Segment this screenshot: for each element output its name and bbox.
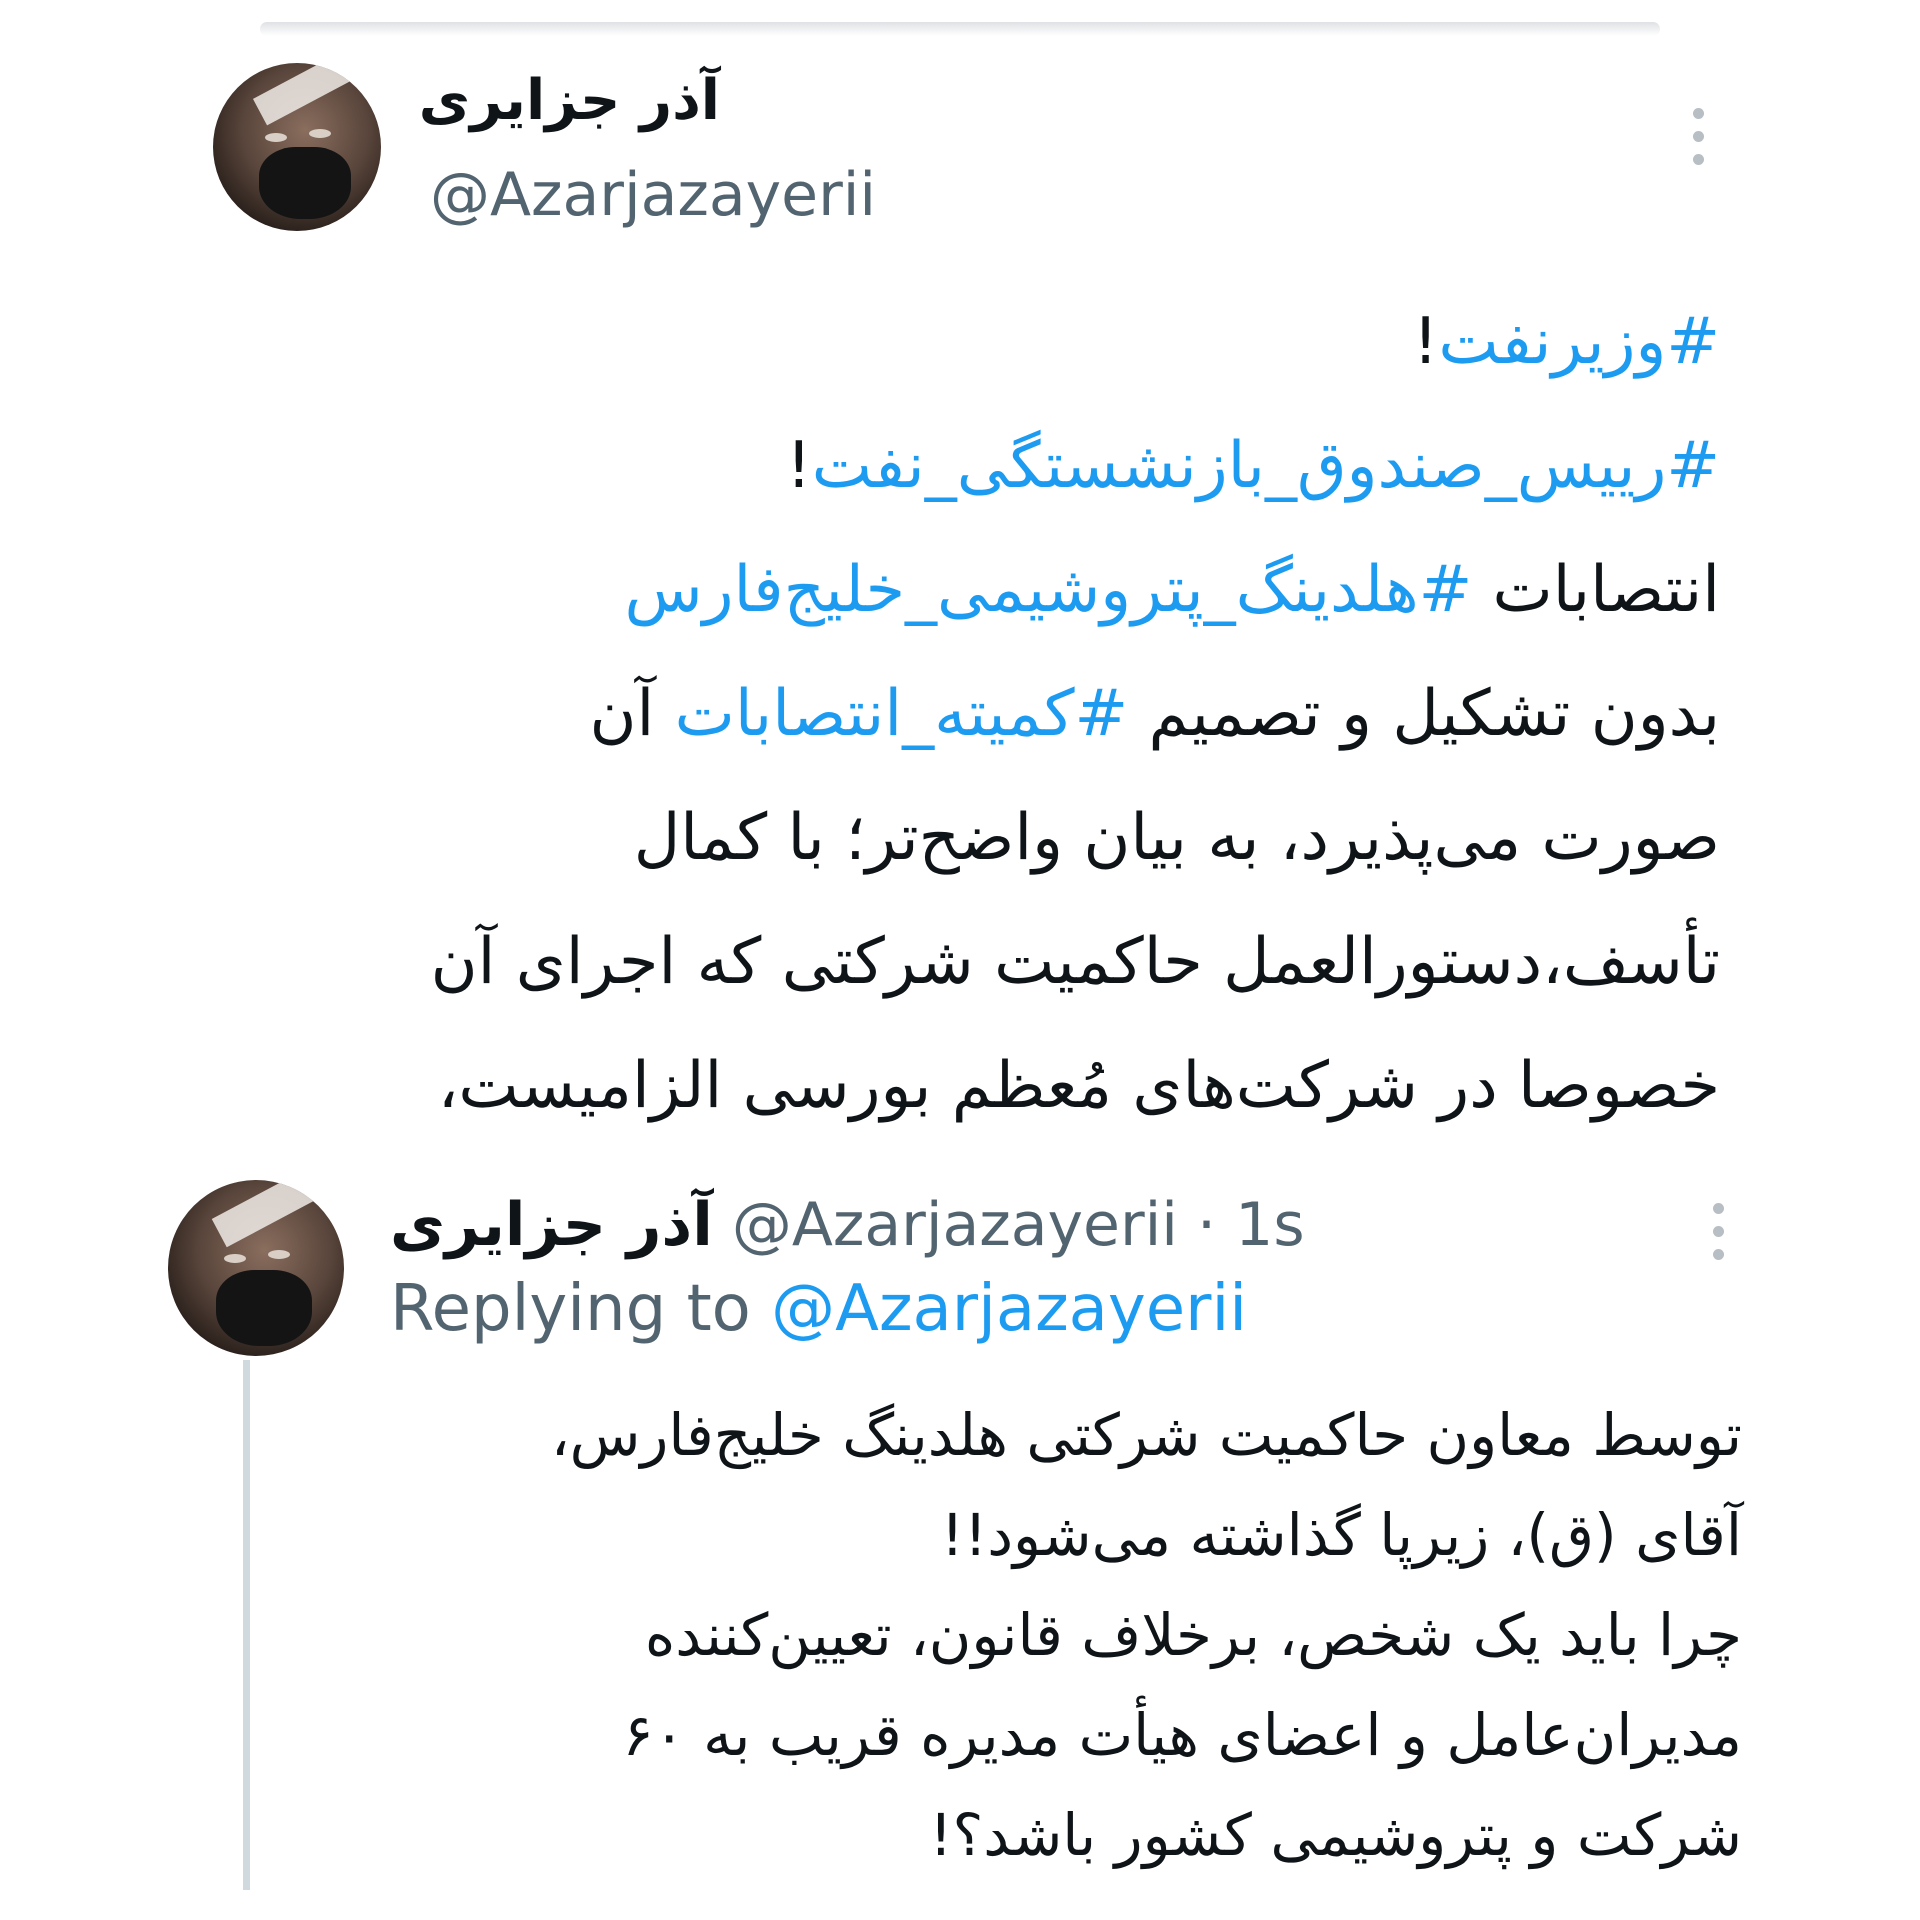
reply-handle[interactable]: @Azarjazayerii bbox=[732, 1190, 1178, 1260]
tweet-line: صورت می‌پذیرد، به بیان واضح‌تر؛ با کمال bbox=[340, 776, 1720, 900]
text-segment: بدون تشکیل و تصمیم bbox=[1128, 677, 1721, 751]
replying-handle-link[interactable]: @Azarjazayerii bbox=[771, 1272, 1247, 1346]
tweet-line: تأسف،دستورالعمل حاکمیت شرکتی که اجرای آن bbox=[340, 900, 1720, 1024]
hashtag-link[interactable]: #وزیرنفت bbox=[1438, 305, 1720, 379]
reply-avatar[interactable] bbox=[168, 1180, 344, 1356]
reply-line: شرکت و پتروشیمی کشور باشد؟! bbox=[929, 1801, 1742, 1869]
tweet-line: #رییس_صندوق_بازنشستگی_نفت! bbox=[340, 404, 1720, 528]
text-segment: آن bbox=[589, 677, 675, 751]
reply-line: آقای (ق)، زیرپا گذاشته می‌شود!! bbox=[940, 1501, 1742, 1569]
thread-line bbox=[243, 1360, 250, 1890]
more-options-icon[interactable] bbox=[1688, 108, 1708, 177]
replying-to: Replying to @Azarjazayerii bbox=[390, 1272, 1247, 1346]
reply-header: آذر جزایری @Azarjazayerii · 1s bbox=[390, 1190, 1305, 1260]
hashtag-link[interactable]: #هلدینگ_پتروشیمی_خلیج‌فارس bbox=[625, 553, 1473, 627]
timestamp[interactable]: 1s bbox=[1235, 1190, 1304, 1260]
handle[interactable]: @Azarjazayerii bbox=[430, 160, 876, 230]
tweet-line: #وزیرنفت! bbox=[340, 280, 1720, 404]
replying-label: Replying to bbox=[390, 1272, 772, 1346]
reply-line: توسط معاون حاکمیت شرکتی هلدینگ خلیج‌فارس… bbox=[550, 1401, 1742, 1469]
text-segment: صورت می‌پذیرد، به بیان واضح‌تر؛ با کمال bbox=[633, 801, 1720, 875]
reply-tweet-text: توسط معاون حاکمیت شرکتی هلدینگ خلیج‌فارس… bbox=[342, 1385, 1742, 1885]
display-name[interactable]: آذر جزایری bbox=[419, 68, 720, 133]
hashtag-link[interactable]: #کمیته_انتصابات bbox=[675, 677, 1129, 751]
reply-line: مدیران‌عامل و اعضای هیأت مدیره قریب به ۶… bbox=[622, 1701, 1742, 1769]
text-segment: خصوصا در شرکت‌های مُعظم بورسی الزامیست، bbox=[437, 1049, 1720, 1123]
main-tweet: آذر جزایری @Azarjazayerii #وزیرنفت! #رییس… bbox=[0, 0, 1920, 1140]
tweet-line: انتصابات #هلدینگ_پتروشیمی_خلیج‌فارس bbox=[340, 528, 1721, 652]
text-segment: ! bbox=[786, 429, 812, 503]
text-segment: ! bbox=[1412, 305, 1439, 379]
avatar[interactable] bbox=[213, 63, 381, 231]
more-options-icon[interactable] bbox=[1708, 1203, 1728, 1272]
tweet-text: #وزیرنفت! #رییس_صندوق_بازنشستگی_نفت! انتصا… bbox=[340, 280, 1720, 1148]
text-segment: انتصابات bbox=[1472, 553, 1720, 627]
separator-dot: · bbox=[1177, 1190, 1236, 1260]
hashtag-link[interactable]: #رییس_صندوق_بازنشستگی_نفت bbox=[812, 429, 1720, 503]
reply-display-name[interactable]: آذر جزایری bbox=[390, 1190, 713, 1260]
tweet-line: خصوصا در شرکت‌های مُعظم بورسی الزامیست، bbox=[340, 1024, 1720, 1148]
reply-line: چرا باید یک شخص، برخلاف قانون، تعیین‌کنن… bbox=[644, 1601, 1742, 1669]
tweet-line: بدون تشکیل و تصمیم #کمیته_انتصابات آن bbox=[340, 652, 1720, 776]
text-segment: تأسف،دستورالعمل حاکمیت شرکتی که اجرای آن bbox=[430, 925, 1720, 999]
